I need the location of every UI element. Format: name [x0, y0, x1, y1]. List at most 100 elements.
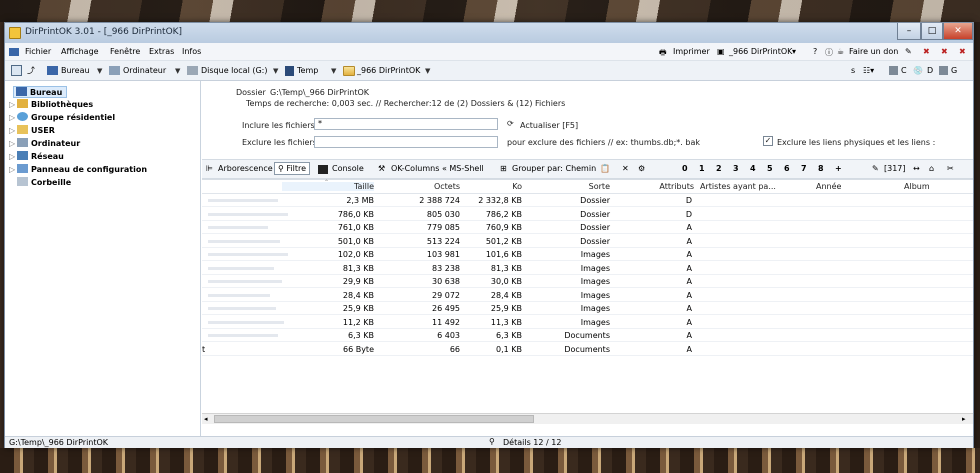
brush-icon[interactable]: ✎	[872, 164, 879, 173]
up-folder-icon[interactable]: ⤴	[27, 65, 35, 76]
exclude-links-checkbox[interactable]: ✓	[763, 136, 773, 146]
crumb-disque-local[interactable]: Disque local (G:)	[201, 66, 267, 75]
chevron-down-icon[interactable]: ▼	[175, 67, 180, 75]
table-row[interactable]: 6,3 KB 6 403 6,3 KB Documents A	[202, 329, 973, 342]
include-input[interactable]: *	[314, 118, 498, 130]
refresh-button[interactable]: Actualiser [F5]	[520, 121, 578, 130]
table-row[interactable]: 761,0 KB 779 085 760,9 KB Dossier A	[202, 221, 973, 234]
drive-c-label[interactable]: C	[901, 66, 907, 75]
level-plus-button[interactable]: +	[835, 164, 842, 173]
columns-button[interactable]: OK-Columns « MS-Shell	[391, 164, 484, 173]
tab-console[interactable]: Console	[332, 164, 364, 173]
table-row[interactable]: 786,0 KB 805 030 786,2 KB Dossier D	[202, 208, 973, 221]
printer-icon[interactable]: 🖶	[659, 47, 667, 61]
col-artistes[interactable]: Artistes ayant pa...	[700, 182, 776, 191]
info-icon[interactable]: ⓘ	[825, 47, 833, 58]
menu-infos[interactable]: Infos	[182, 47, 201, 56]
menu-extras[interactable]: Extras	[149, 47, 174, 56]
tree-item-bibliotheques[interactable]: ▷ Bibliothèques	[9, 99, 93, 109]
table-row[interactable]: 11,2 KB 11 492 11,3 KB Images A	[202, 316, 973, 329]
scroll-left-icon[interactable]: ◂	[204, 415, 208, 423]
crumb-temp[interactable]: Temp	[297, 66, 318, 75]
tool-icon[interactable]: ✎	[905, 47, 912, 56]
horizontal-scrollbar[interactable]: ◂ ▸	[202, 413, 973, 424]
col-annee[interactable]: Année	[816, 182, 841, 191]
panel-icon[interactable]	[11, 65, 22, 76]
close-all-icon[interactable]: ✖	[941, 47, 948, 56]
print-button[interactable]: Imprimer	[673, 47, 710, 56]
menu-fichier[interactable]: Fichier	[25, 47, 51, 56]
col-ko[interactable]: Ko	[464, 182, 522, 191]
clipboard-icon[interactable]: 📋	[600, 164, 610, 173]
scroll-thumb[interactable]	[214, 415, 534, 423]
chevron-down-icon[interactable]: ▼	[97, 67, 102, 75]
crumb-bureau[interactable]: Bureau	[61, 66, 90, 75]
expand-icon[interactable]: ▷	[9, 113, 17, 122]
table-row[interactable]: 81,3 KB 83 238 81,3 KB Images A	[202, 262, 973, 275]
crumb-966[interactable]: _966 DirPrintOK	[357, 66, 420, 75]
col-attributs[interactable]: Attributs	[614, 182, 694, 191]
maximize-button[interactable]: □	[921, 23, 943, 40]
tree-item-ordinateur[interactable]: ▷ Ordinateur	[9, 138, 80, 148]
col-octets[interactable]: Octets	[378, 182, 460, 191]
crumb-ordinateur[interactable]: Ordinateur	[123, 66, 166, 75]
home-icon[interactable]: ⌂	[929, 164, 934, 173]
delete-icon[interactable]: ✕	[622, 164, 629, 173]
drive-d-label[interactable]: D	[927, 66, 933, 75]
help-icon[interactable]: ?	[813, 47, 817, 56]
sort-icon[interactable]: s	[851, 66, 855, 75]
drive-g-label[interactable]: G	[951, 66, 957, 75]
chevron-down-icon[interactable]: ▼	[425, 67, 430, 75]
tree-item-bureau[interactable]: Bureau	[13, 86, 68, 98]
level-3-button[interactable]: 3	[733, 164, 739, 173]
tree-view-icon[interactable]: ⊫	[206, 164, 213, 173]
chevron-down-icon[interactable]: ▾	[792, 47, 796, 56]
col-taille[interactable]: Taille	[282, 182, 374, 191]
expand-icon[interactable]: ▷	[9, 165, 17, 174]
expand-icon[interactable]: ▷	[9, 100, 17, 109]
table-row[interactable]: t 66 Byte 66 0,1 KB Documents A	[202, 343, 973, 356]
menu-affichage[interactable]: Affichage	[61, 47, 99, 56]
app-menu-icon[interactable]	[9, 48, 19, 56]
refresh-icon[interactable]: ⟳	[507, 119, 514, 128]
document-dropdown[interactable]: _966 DirPrintOK	[729, 47, 792, 56]
chevron-down-icon[interactable]: ▼	[273, 67, 278, 75]
tree-item-reseau[interactable]: ▷ Réseau	[9, 151, 64, 161]
tools-icon[interactable]: ✂	[947, 164, 954, 173]
exclude-input[interactable]	[314, 136, 498, 148]
expand-icon[interactable]: ▷	[9, 152, 17, 161]
menu-fenetre[interactable]: Fenêtre	[110, 47, 140, 56]
donate-button[interactable]: Faire un don	[849, 47, 898, 56]
level-0-button[interactable]: 0	[682, 164, 688, 173]
tree-item-user[interactable]: ▷ USER	[9, 125, 55, 135]
expand-icon[interactable]: ▷	[9, 139, 17, 148]
level-2-button[interactable]: 2	[716, 164, 722, 173]
level-7-button[interactable]: 7	[801, 164, 807, 173]
level-6-button[interactable]: 6	[784, 164, 790, 173]
tree-item-groupe[interactable]: ▷ Groupe résidentiel	[9, 112, 115, 122]
col-sorte[interactable]: Sorte	[526, 182, 610, 191]
level-5-button[interactable]: 5	[767, 164, 773, 173]
level-4-button[interactable]: 4	[750, 164, 756, 173]
tab-arborescence[interactable]: Arborescence	[218, 164, 273, 173]
tree-item-panneau[interactable]: ▷ Panneau de configuration	[9, 164, 147, 174]
table-row[interactable]: 2,3 MB 2 388 724 2 332,8 KB Dossier D	[202, 194, 973, 207]
table-row[interactable]: 28,4 KB 29 072 28,4 KB Images A	[202, 289, 973, 302]
chevron-down-icon[interactable]: ▼	[331, 67, 336, 75]
col-album[interactable]: Album	[904, 182, 930, 191]
expand-icon[interactable]: ▷	[9, 126, 17, 135]
table-row[interactable]: 25,9 KB 26 495 25,9 KB Images A	[202, 302, 973, 315]
table-row[interactable]: 102,0 KB 103 981 101,6 KB Images A	[202, 248, 973, 261]
close-tab-icon[interactable]: ✖	[923, 47, 930, 56]
minimize-button[interactable]: –	[897, 23, 921, 40]
close-button[interactable]: ✕	[943, 23, 973, 40]
table-row[interactable]: 501,0 KB 513 224 501,2 KB Dossier A	[202, 235, 973, 248]
tree-item-corbeille[interactable]: Corbeille	[9, 177, 71, 187]
table-row[interactable]: 29,9 KB 30 638 30,0 KB Images A	[202, 275, 973, 288]
group-by-button[interactable]: Grouper par: Chemin	[512, 164, 596, 173]
width-icon[interactable]: ↔	[913, 164, 920, 173]
tab-filtre[interactable]: ⚲ Filtre	[274, 162, 311, 175]
settings-icon[interactable]: ⚙	[638, 164, 645, 173]
level-8-button[interactable]: 8	[818, 164, 824, 173]
exit-icon[interactable]: ✖	[959, 47, 966, 56]
